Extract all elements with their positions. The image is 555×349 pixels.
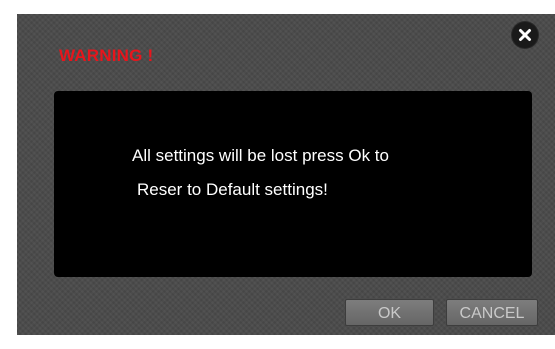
dialog-title: WARNING ! [59,46,154,65]
message-panel: All settings will be lost press Ok to Re… [54,91,532,277]
message-line-1: All settings will be lost press Ok to [132,146,389,165]
ok-button[interactable]: OK [345,299,434,326]
message-line-2: Reser to Default settings! [137,180,328,199]
close-icon [519,29,531,41]
close-button[interactable] [512,22,538,48]
cancel-button[interactable]: CANCEL [446,299,538,326]
warning-dialog: WARNING ! All settings will be lost pres… [17,14,555,335]
